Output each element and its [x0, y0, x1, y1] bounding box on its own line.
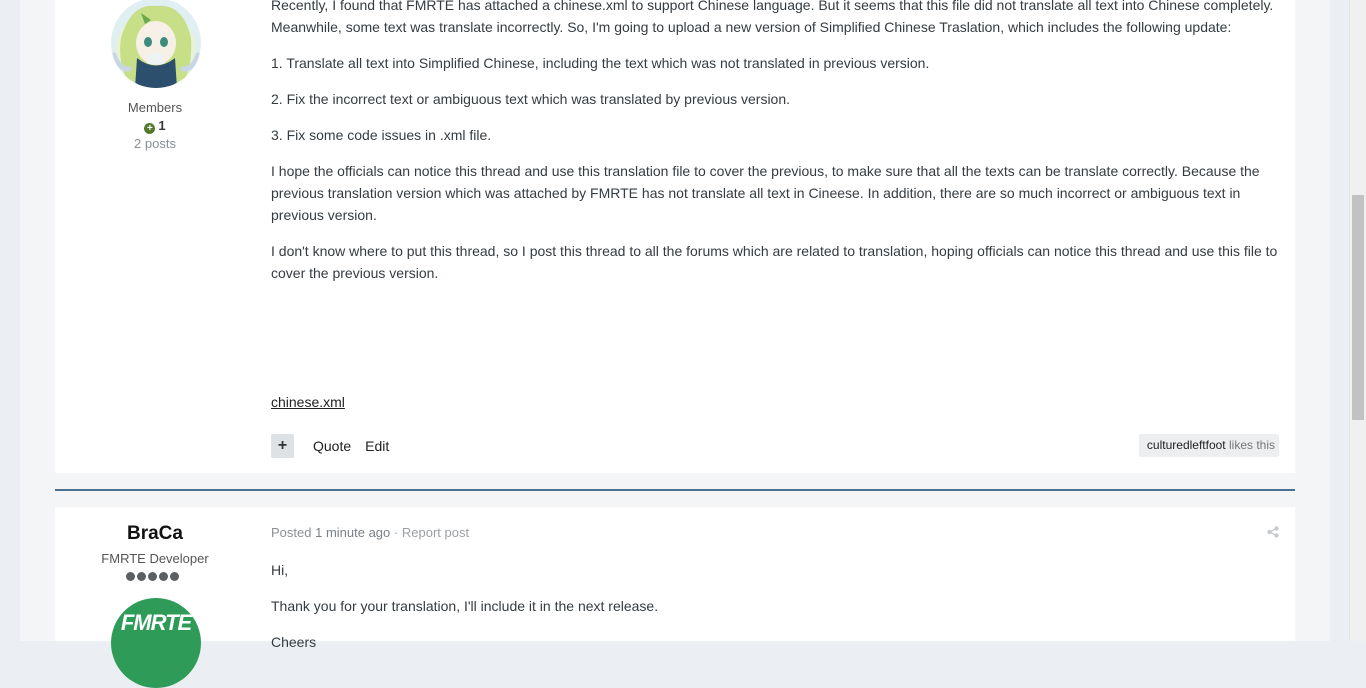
multiquote-button[interactable]: + [271, 434, 294, 458]
content-paragraph: I hope the officials can notice this thr… [271, 163, 1260, 223]
post-time[interactable]: 1 minute ago [315, 525, 390, 540]
reputation-badge[interactable]: +1 [55, 118, 255, 134]
post-1: Members +1 2 posts Recently, I found tha… [55, 0, 1295, 473]
post-content: Hi, Thank you for your translation, I'll… [271, 559, 1281, 653]
share-icon-svg [1267, 526, 1279, 538]
content-paragraph: Recently, I found that FMRTE has attache… [271, 0, 1274, 35]
rank-pip [137, 572, 146, 581]
page-scrollbar[interactable] [1349, 0, 1366, 641]
post-controls: + Quote Edit [271, 434, 389, 458]
post-meta: Posted 1 minute ago · Report post [271, 525, 469, 540]
reputation-count: 1 [158, 118, 166, 133]
avatar[interactable]: FMRTE [111, 598, 201, 688]
plus-circle-icon: + [144, 123, 156, 134]
content-paragraph: 2. Fix the incorrect text or ambiguous t… [271, 91, 791, 107]
likes-summary: culturedleftfoot likes this [1138, 434, 1279, 457]
post-content: Recently, I found that FMRTE has attache… [271, 0, 1281, 284]
posted-label: Posted [271, 525, 312, 540]
rank-pip [170, 572, 179, 581]
report-post-link[interactable]: Report post [402, 525, 469, 540]
author-title: FMRTE Developer [101, 551, 209, 566]
attachment-link[interactable]: chinese.xml [271, 394, 345, 410]
edit-button[interactable]: Edit [365, 438, 389, 454]
avatar-logo-text: FMRTE [120, 610, 192, 635]
share-icon[interactable] [1267, 526, 1279, 541]
content-paragraph: Hi, [271, 562, 289, 578]
scrollbar-thumb[interactable] [1352, 195, 1364, 420]
meta-separator: · [393, 525, 399, 540]
content-paragraph: 1. Translate all text into Simplified Ch… [271, 55, 930, 71]
content-paragraph: Thank you for your translation, I'll inc… [271, 598, 659, 614]
avatar[interactable] [111, 0, 201, 88]
anime-avatar-image [111, 0, 201, 88]
rank-pip [126, 572, 135, 581]
liker-link[interactable]: culturedleftfoot [1147, 438, 1226, 452]
rank-pip [148, 572, 157, 581]
quote-button[interactable]: Quote [313, 438, 351, 454]
member-group: Members [127, 100, 183, 115]
likes-suffix: likes this [1228, 438, 1275, 452]
content-paragraph: I don't know where to put this thread, s… [271, 243, 1278, 281]
post-2: BraCa FMRTE Developer FMRTE Posted 1 min… [55, 507, 1295, 688]
post-separator [55, 489, 1295, 491]
post-count: 2 posts [134, 136, 176, 151]
author-name[interactable]: BraCa [55, 523, 255, 545]
rank-pips [126, 572, 179, 581]
content-paragraph: Cheers [271, 634, 317, 650]
content-paragraph: 3. Fix some code issues in .xml file. [271, 127, 492, 143]
rank-pip [159, 572, 168, 581]
